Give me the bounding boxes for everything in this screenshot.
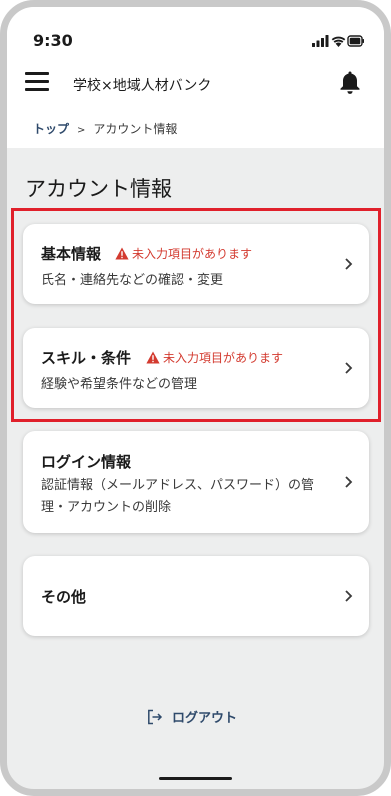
chevron-right-icon (345, 476, 353, 488)
chevron-right-icon (345, 362, 353, 374)
app-header: 9:30 学校×地域人材バンク トップ > アカウント情報 (7, 7, 384, 148)
breadcrumb-home-link[interactable]: トップ (33, 122, 69, 136)
card-description: 経験や希望条件などの管理 (41, 377, 198, 392)
chevron-right-icon (345, 258, 353, 270)
status-time: 9:30 (33, 31, 73, 50)
home-indicator (159, 777, 232, 780)
logout-button[interactable]: ログアウト (147, 707, 237, 726)
logout-label: ログアウト (172, 711, 238, 726)
bell-icon[interactable] (338, 69, 362, 95)
logout-icon (148, 709, 163, 724)
card-description: 氏名・連絡先などの確認・変更 (41, 273, 224, 288)
warning-icon (146, 351, 160, 364)
login-info-card[interactable]: ログイン情報 認証情報（メールアドレス、パスワード）の管理・アカウントの削除 (23, 431, 369, 533)
basic-info-card[interactable]: 基本情報 未入力項目があります 氏名・連絡先などの確認・変更 (23, 224, 369, 304)
app-title: 学校×地域人材バンク (73, 78, 212, 94)
menu-icon[interactable] (25, 72, 51, 92)
battery-icon (347, 35, 364, 47)
page-title: アカウント情報 (25, 177, 172, 201)
card-title: スキル・条件 (41, 349, 132, 367)
chevron-right-icon (345, 590, 353, 602)
card-title: ログイン情報 (41, 453, 132, 471)
other-settings-card[interactable]: その他 (23, 556, 369, 636)
phone-frame: 9:30 学校×地域人材バンク トップ > アカウント情報 アカウント情報 基本… (0, 0, 391, 796)
warning-icon (115, 247, 129, 260)
warning-label: 未入力項目があります (163, 351, 284, 365)
breadcrumb-current: アカウント情報 (93, 122, 178, 136)
cellular-signal-icon (312, 35, 329, 47)
status-icons (312, 34, 364, 48)
card-title: その他 (41, 588, 87, 606)
breadcrumb-separator-icon: > (77, 125, 86, 136)
wifi-icon (331, 36, 346, 47)
warning-label: 未入力項目があります (132, 247, 253, 261)
skills-conditions-card[interactable]: スキル・条件 未入力項目があります 経験や希望条件などの管理 (23, 328, 369, 408)
breadcrumb: トップ > アカウント情報 (33, 120, 177, 137)
incomplete-warning: 未入力項目があります (115, 245, 252, 262)
card-description: 認証情報（メールアドレス、パスワード）の管理・アカウントの削除 (41, 478, 315, 515)
card-title: 基本情報 (41, 245, 102, 263)
incomplete-warning: 未入力項目があります (146, 349, 283, 366)
